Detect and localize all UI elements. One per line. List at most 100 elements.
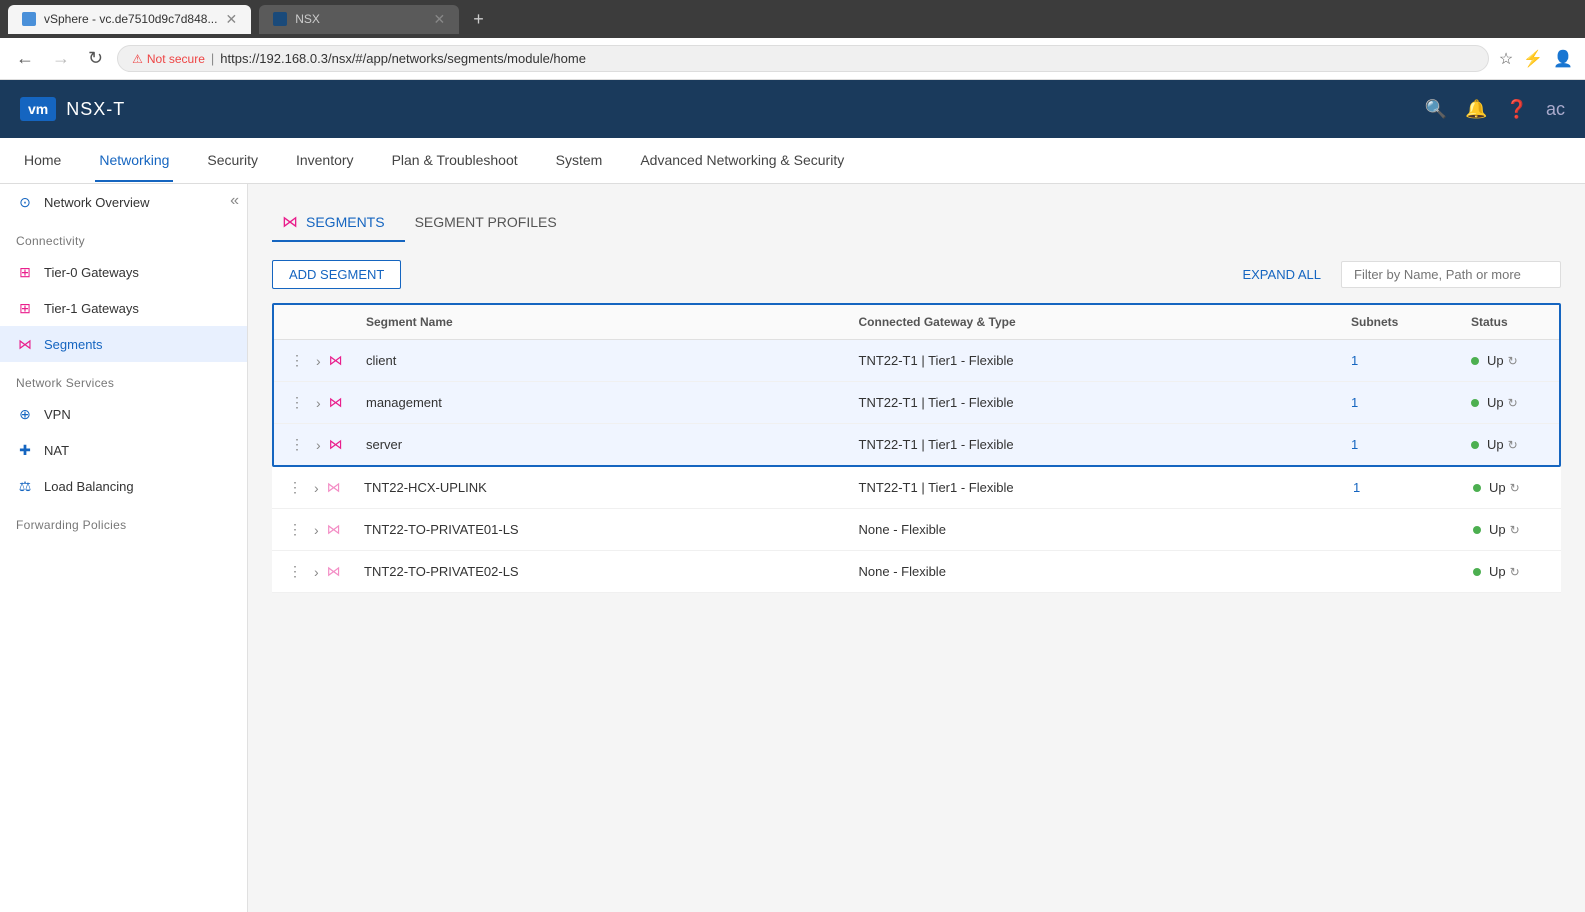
sidebar-item-tier0[interactable]: ⊞ Tier-0 Gateways <box>0 254 247 290</box>
table-row: ⋮ › ⋈ TNT22-TO-PRIVATE01-LS None - Flexi… <box>272 509 1561 551</box>
subnet-link-server[interactable]: 1 <box>1351 437 1358 452</box>
row-menu-management[interactable]: ⋮ <box>286 392 308 413</box>
nav-tab-home[interactable]: Home <box>20 140 65 182</box>
sidebar-item-network-overview[interactable]: ⊙ Network Overview <box>0 184 247 220</box>
segment-profiles-tab-label: SEGMENT PROFILES <box>415 214 557 230</box>
tab-segment-profiles[interactable]: SEGMENT PROFILES <box>405 206 577 240</box>
network-overview-icon: ⊙ <box>16 193 34 211</box>
table-row: ⋮ › ⋈ server TNT22-T1 | Tier1 - Flexible… <box>274 424 1559 465</box>
notification-icon[interactable]: 🔔 <box>1465 99 1487 120</box>
app-header: vm NSX-T 🔍 🔔 ❓ ac <box>0 80 1585 138</box>
vsphere-tab-close[interactable]: ✕ <box>225 11 237 28</box>
row-actions-server: ⋮ › ⋈ <box>274 434 354 455</box>
nav-tab-security[interactable]: Security <box>203 140 262 182</box>
row-expand-client[interactable]: › <box>312 351 325 371</box>
filter-input[interactable] <box>1341 261 1561 288</box>
table-row: ⋮ › ⋈ management TNT22-T1 | Tier1 - Flex… <box>274 382 1559 424</box>
sidebar-item-nat[interactable]: ✚ NAT <box>0 432 247 468</box>
vsphere-tab-label: vSphere - vc.de7510d9c7d848... <box>44 12 217 26</box>
refresh-icon-management[interactable]: ↻ <box>1508 396 1518 410</box>
forward-button[interactable]: → <box>48 44 74 73</box>
status-label-private02: Up <box>1489 564 1506 579</box>
app-header-icons: 🔍 🔔 ❓ ac <box>1425 99 1565 120</box>
subnet-link-management[interactable]: 1 <box>1351 395 1358 410</box>
sidebar-item-segments[interactable]: ⋈ Segments <box>0 326 247 362</box>
segments-table-highlighted: Segment Name Connected Gateway & Type Su… <box>272 303 1561 467</box>
sidebar-collapse-button[interactable]: « <box>230 192 239 210</box>
nav-tab-system[interactable]: System <box>552 140 607 182</box>
user-icon[interactable]: ac <box>1546 99 1565 120</box>
app-logo: vm NSX-T <box>20 97 125 121</box>
bookmark-icon[interactable]: ☆ <box>1499 49 1513 69</box>
status-dot-private02 <box>1473 568 1481 576</box>
browser-tab-vsphere[interactable]: vSphere - vc.de7510d9c7d848... ✕ <box>8 5 251 34</box>
main-layout: « ⊙ Network Overview Connectivity ⊞ Tier… <box>0 184 1585 912</box>
row-menu-hcx[interactable]: ⋮ <box>284 477 306 498</box>
row-expand-hcx[interactable]: › <box>310 478 323 498</box>
toolbar-right: EXPAND ALL <box>1242 261 1561 288</box>
nsx-tab-close[interactable]: ✕ <box>433 11 445 28</box>
sidebar-item-load-balancing[interactable]: ⚖ Load Balancing <box>0 468 247 504</box>
tab-segments[interactable]: ⋈ SEGMENTS <box>272 204 405 242</box>
search-icon[interactable]: 🔍 <box>1425 99 1447 120</box>
sidebar-item-label-nat: NAT <box>44 443 69 458</box>
row-menu-private02[interactable]: ⋮ <box>284 561 306 582</box>
sidebar-section-connectivity: Connectivity <box>0 220 247 254</box>
row-expand-private02[interactable]: › <box>310 562 323 582</box>
sidebar-item-tier1[interactable]: ⊞ Tier-1 Gateways <box>0 290 247 326</box>
sidebar-section-network-services: Network Services <box>0 362 247 396</box>
segment-icon-hcx: ⋈ <box>327 479 341 496</box>
content-area: ⋈ SEGMENTS SEGMENT PROFILES ADD SEGMENT … <box>248 184 1585 912</box>
refresh-icon-private01[interactable]: ↻ <box>1510 523 1520 537</box>
refresh-button[interactable]: ↻ <box>84 44 107 73</box>
refresh-icon-private02[interactable]: ↻ <box>1510 565 1520 579</box>
subnet-link-hcx[interactable]: 1 <box>1353 480 1360 495</box>
new-tab-button[interactable]: + <box>467 9 490 30</box>
row-expand-private01[interactable]: › <box>310 520 323 540</box>
segments-icon: ⋈ <box>16 335 34 353</box>
sidebar-item-label-tier0: Tier-0 Gateways <box>44 265 139 280</box>
browser-tab-nsx[interactable]: NSX ✕ <box>259 5 459 34</box>
refresh-icon-server[interactable]: ↻ <box>1508 438 1518 452</box>
segments-table-other: ⋮ › ⋈ TNT22-HCX-UPLINK TNT22-T1 | Tier1 … <box>272 467 1561 593</box>
nav-tab-plan[interactable]: Plan & Troubleshoot <box>388 140 522 182</box>
row-menu-private01[interactable]: ⋮ <box>284 519 306 540</box>
add-segment-button[interactable]: ADD SEGMENT <box>272 260 401 289</box>
extensions-icon[interactable]: ⚡ <box>1523 49 1543 69</box>
sidebar-item-label-network-overview: Network Overview <box>44 195 149 210</box>
back-button[interactable]: ← <box>12 44 38 73</box>
subnet-link-client[interactable]: 1 <box>1351 353 1358 368</box>
row-actions-client: ⋮ › ⋈ <box>274 350 354 371</box>
status-management: Up ↻ <box>1459 395 1559 410</box>
row-expand-management[interactable]: › <box>312 393 325 413</box>
sidebar-item-label-vpn: VPN <box>44 407 71 422</box>
subnets-server: 1 <box>1339 437 1459 452</box>
profile-icon[interactable]: 👤 <box>1553 49 1573 69</box>
help-icon[interactable]: ❓ <box>1506 99 1528 120</box>
nav-tab-inventory[interactable]: Inventory <box>292 140 358 182</box>
subnets-hcx: 1 <box>1341 480 1461 495</box>
not-secure-label: Not secure <box>147 52 205 66</box>
gateway-management: TNT22-T1 | Tier1 - Flexible <box>847 395 1340 410</box>
segment-icon-client: ⋈ <box>329 352 343 369</box>
row-menu-client[interactable]: ⋮ <box>286 350 308 371</box>
nav-tab-advanced[interactable]: Advanced Networking & Security <box>636 140 848 182</box>
nav-tab-networking[interactable]: Networking <box>95 140 173 182</box>
refresh-icon-hcx[interactable]: ↻ <box>1510 481 1520 495</box>
address-input[interactable]: ⚠ Not secure | https://192.168.0.3/nsx/#… <box>117 45 1489 72</box>
col-actions <box>274 315 354 329</box>
expand-all-button[interactable]: EXPAND ALL <box>1242 267 1321 282</box>
segments-tab-icon: ⋈ <box>282 212 298 232</box>
col-gateway: Connected Gateway & Type <box>847 315 1340 329</box>
row-expand-server[interactable]: › <box>312 435 325 455</box>
refresh-icon-client[interactable]: ↻ <box>1508 354 1518 368</box>
subnets-management: 1 <box>1339 395 1459 410</box>
sidebar-item-vpn[interactable]: ⊕ VPN <box>0 396 247 432</box>
status-dot-hcx <box>1473 484 1481 492</box>
status-label-client: Up <box>1487 353 1504 368</box>
table-row: ⋮ › ⋈ client TNT22-T1 | Tier1 - Flexible… <box>274 340 1559 382</box>
sidebar: « ⊙ Network Overview Connectivity ⊞ Tier… <box>0 184 248 912</box>
row-menu-server[interactable]: ⋮ <box>286 434 308 455</box>
load-balancing-icon: ⚖ <box>16 477 34 495</box>
nat-icon: ✚ <box>16 441 34 459</box>
